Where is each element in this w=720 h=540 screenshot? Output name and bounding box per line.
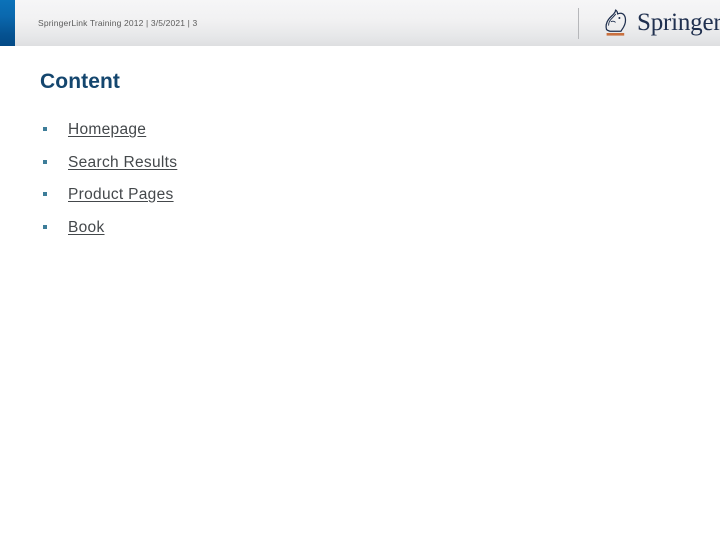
page-title: Content — [40, 70, 121, 93]
springer-logo: Springer — [598, 6, 720, 40]
content-link-homepage[interactable]: Homepage — [68, 120, 146, 140]
springer-knight-icon — [598, 7, 632, 39]
slide-header-band: SpringerLink Training 2012 | 3/5/2021 | … — [0, 0, 720, 46]
square-bullet-icon — [43, 127, 47, 131]
logo-divider-icon — [578, 8, 579, 39]
square-bullet-icon — [43, 192, 47, 196]
slide-canvas: SpringerLink Training 2012 | 3/5/2021 | … — [0, 0, 720, 540]
square-bullet-icon — [43, 159, 47, 164]
square-bullet-icon — [43, 224, 47, 229]
content-link-search-results[interactable]: Search Results — [68, 153, 177, 173]
header-meta-text: SpringerLink Training 2012 | 3/5/2021 | … — [38, 18, 198, 28]
springer-wordmark: Springer — [637, 9, 720, 36]
header-accent-bar — [0, 0, 15, 46]
content-link-product-pages[interactable]: Product Pages — [68, 185, 174, 205]
list-item: Product Pages — [40, 179, 560, 212]
content-link-book[interactable]: Book — [68, 218, 105, 238]
list-item: Book — [40, 212, 560, 245]
list-item: Search Results — [40, 147, 560, 180]
content-link-list: Homepage Search Results Product Pages Bo… — [40, 114, 560, 244]
list-item: Homepage — [40, 114, 560, 147]
